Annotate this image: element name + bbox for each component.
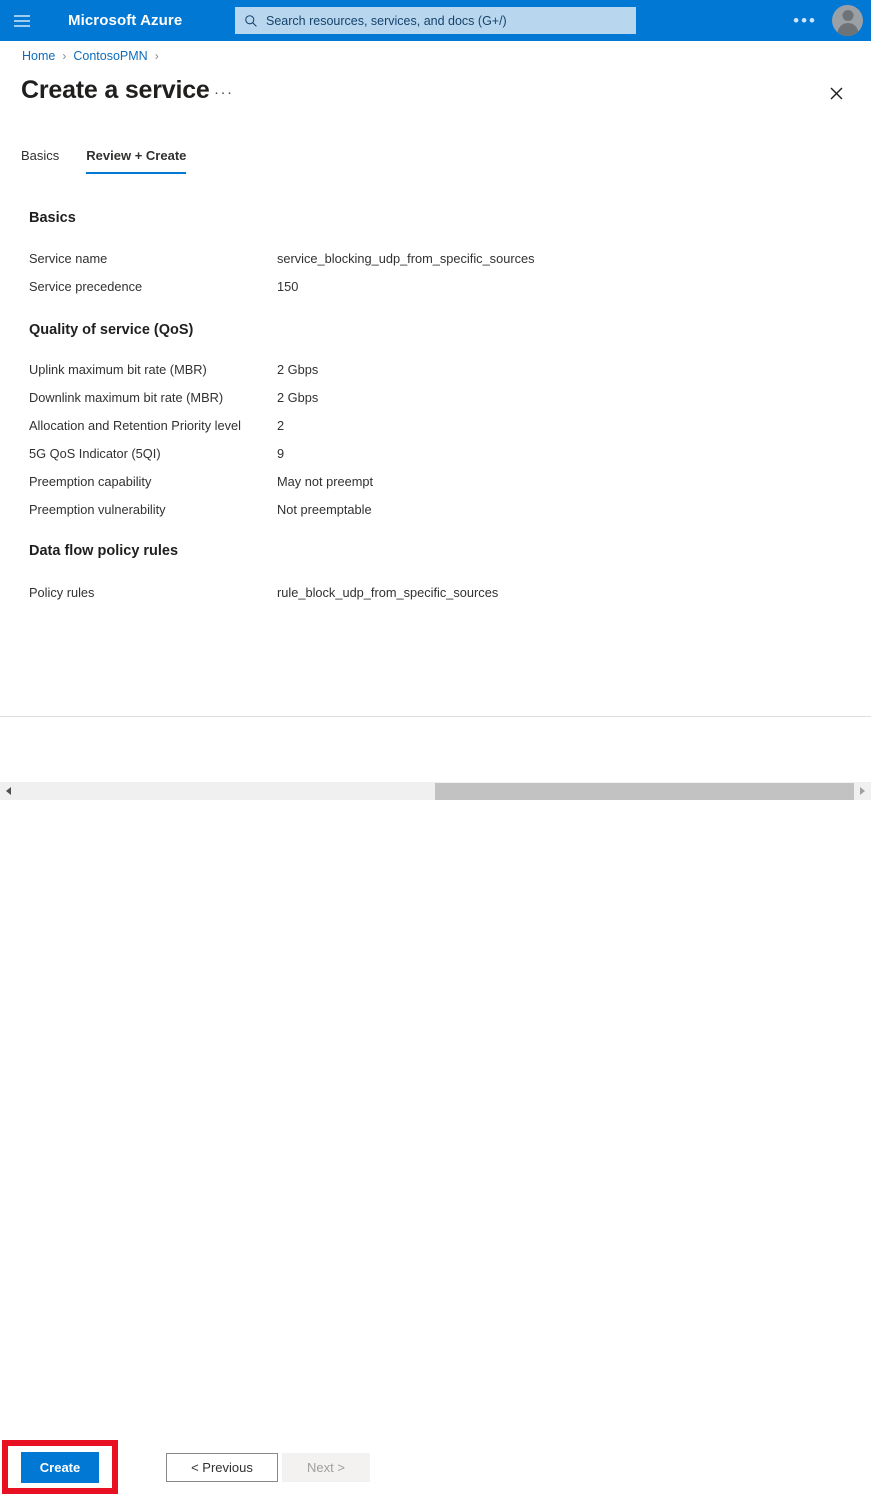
summary-label: Service name [29,251,108,266]
section-heading-data-flow-policy-rules: Data flow policy rules [29,543,179,559]
breadcrumb-item-home[interactable]: Home [22,49,55,63]
hamburger-menu-icon[interactable] [0,0,44,41]
avatar-body-shape [837,23,858,36]
user-avatar-icon[interactable] [832,5,863,36]
summary-row-uplink-mbr: Uplink maximum bit rate (MBR) 2 Gbps [29,362,871,377]
summary-label: Service precedence [29,279,143,294]
summary-label: Preemption vulnerability [29,502,166,517]
summary-row-policy-rules: Policy rules rule_block_udp_from_specifi… [29,585,871,600]
breadcrumb-separator-icon: › [154,49,159,63]
tab-basics[interactable]: Basics [21,148,59,174]
summary-value: May not preempt [277,474,374,489]
summary-value: Not preemptable [277,502,372,517]
summary-value: 2 Gbps [277,390,319,405]
wizard-action-bar: Create < Previous Next > [0,717,871,1494]
summary-value: 2 [277,418,285,433]
section-heading-basics: Basics [29,210,76,226]
summary-value: rule_block_udp_from_specific_sources [277,585,499,600]
summary-value: 2 Gbps [277,362,319,377]
summary-row-downlink-mbr: Downlink maximum bit rate (MBR) 2 Gbps [29,390,871,405]
summary-row-arp-level: Allocation and Retention Priority level … [29,418,871,433]
summary-label: Preemption capability [29,474,152,489]
summary-row-service-precedence: Service precedence 150 [29,279,871,294]
azure-top-navigation-bar: Microsoft Azure Search resources, servic… [0,0,871,41]
summary-label: Allocation and Retention Priority level [29,418,241,433]
summary-value: 150 [277,279,299,294]
section-heading-qos: Quality of service (QoS) [29,322,194,338]
summary-row-5qi: 5G QoS Indicator (5QI) 9 [29,446,871,461]
wizard-tab-list: Basics Review + Create [21,148,187,174]
breadcrumb-separator-icon: › [62,49,67,63]
summary-row-service-name: Service name service_blocking_udp_from_s… [29,251,871,266]
review-create-summary: Basics Service name service_blocking_udp… [0,195,871,600]
summary-row-preemption-vulnerability: Preemption vulnerability Not preemptable [29,502,871,517]
tab-review-create[interactable]: Review + Create [86,148,187,174]
summary-label: 5G QoS Indicator (5QI) [29,446,161,461]
breadcrumb-item-contosopmn[interactable]: ContosoPMN [73,49,147,63]
search-icon [245,14,257,27]
previous-button[interactable]: < Previous [166,1453,278,1482]
close-glyph [830,87,842,99]
summary-label: Downlink maximum bit rate (MBR) [29,390,224,405]
horizontal-scrollbar[interactable] [0,781,871,800]
topbar-more-menu-icon[interactable]: ••• [793,0,817,41]
close-icon[interactable] [823,80,849,106]
global-search-placeholder: Search resources, services, and docs (G+… [266,13,507,28]
breadcrumb: Home › ContosoPMN › [22,49,159,63]
summary-value: service_blocking_udp_from_specific_sourc… [277,251,535,266]
summary-value: 9 [277,446,285,461]
scrollbar-thumb[interactable] [435,783,854,800]
page-title: Create a service [21,76,210,104]
scroll-right-arrow-icon[interactable] [854,782,871,800]
summary-label: Policy rules [29,585,95,600]
next-button: Next > [282,1453,370,1482]
global-search-input[interactable]: Search resources, services, and docs (G+… [235,7,636,34]
scroll-left-arrow-icon[interactable] [0,782,17,800]
page-more-menu-icon[interactable]: ··· [214,84,234,101]
avatar-head-shape [842,10,853,21]
azure-brand-label[interactable]: Microsoft Azure [68,12,182,29]
create-button[interactable]: Create [21,1452,99,1483]
summary-row-preemption-capability: Preemption capability May not preempt [29,474,871,489]
summary-label: Uplink maximum bit rate (MBR) [29,362,207,377]
